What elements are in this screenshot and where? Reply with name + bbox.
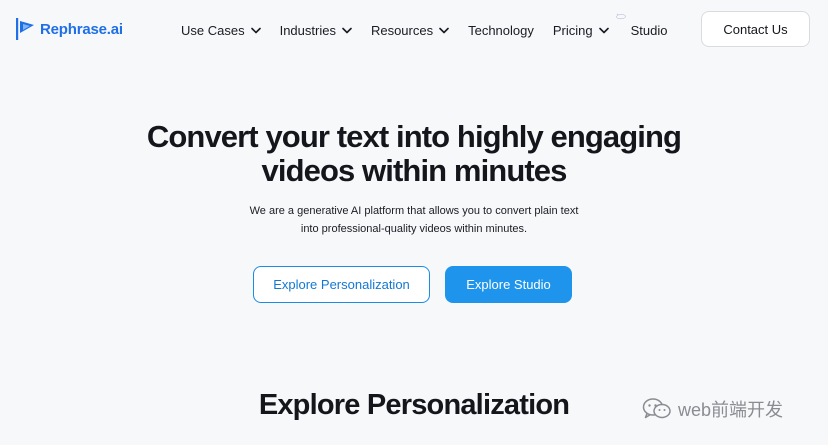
hero-title: Convert your text into highly engaging v… bbox=[0, 120, 828, 188]
watermark: web前端开发 bbox=[642, 395, 783, 423]
hero-title-line1-regular: Convert your text into bbox=[146, 119, 457, 154]
section-title-bold: Personalization bbox=[366, 389, 570, 421]
nav-item-label: Resources bbox=[370, 22, 434, 38]
studio-circle-highlight bbox=[616, 13, 626, 19]
explore-studio-button[interactable]: Explore Studio bbox=[445, 266, 572, 303]
hero-subtitle: We are a generative AI platform that all… bbox=[0, 202, 828, 238]
nav-item-technology[interactable]: Technology bbox=[468, 23, 534, 38]
hero-title-line2-regular: within minutes bbox=[354, 153, 567, 188]
hero-subtitle-line2: into professional-quality videos within … bbox=[300, 223, 528, 235]
nav-item-use-cases[interactable]: Use Cases bbox=[181, 23, 261, 38]
contact-us-button[interactable]: Contact Us bbox=[701, 11, 810, 47]
chevron-down-icon bbox=[250, 27, 261, 33]
nav-item-label: Use Cases bbox=[181, 22, 245, 38]
hero-subtitle-line1: We are a generative AI platform that all… bbox=[249, 205, 579, 217]
top-nav: Rephrase.ai Use Cases Industries Resourc… bbox=[0, 0, 828, 60]
nav-item-pricing[interactable]: Pricing bbox=[553, 23, 609, 38]
main-menu: Use Cases Industries Resources Technolog… bbox=[181, 13, 670, 41]
nav-item-resources[interactable]: Resources bbox=[371, 23, 449, 38]
watermark-text: web前端开发 bbox=[678, 400, 784, 420]
chevron-down-icon bbox=[342, 27, 352, 33]
nav-item-label: Pricing bbox=[552, 22, 593, 38]
explore-personalization-button[interactable]: Explore Personalization bbox=[253, 266, 430, 303]
logo[interactable]: Rephrase.ai bbox=[14, 16, 123, 42]
chevron-down-icon bbox=[598, 27, 609, 33]
section-title-regular: Explore bbox=[258, 389, 367, 421]
wechat-icon bbox=[642, 398, 671, 419]
rephrase-logo-icon bbox=[16, 18, 34, 40]
hero-title-line1-bold: highly engaging bbox=[456, 119, 682, 154]
hero-title-line2-bold: videos bbox=[261, 153, 356, 188]
nav-item-label: Studio bbox=[630, 22, 668, 38]
logo-text: Rephrase.ai bbox=[40, 20, 123, 38]
nav-item-label: Industries bbox=[279, 22, 336, 38]
nav-item-label: Technology bbox=[468, 22, 534, 38]
nav-item-industries[interactable]: Industries bbox=[280, 23, 352, 38]
chevron-down-icon bbox=[439, 27, 449, 33]
nav-item-studio[interactable]: Studio bbox=[616, 13, 670, 38]
